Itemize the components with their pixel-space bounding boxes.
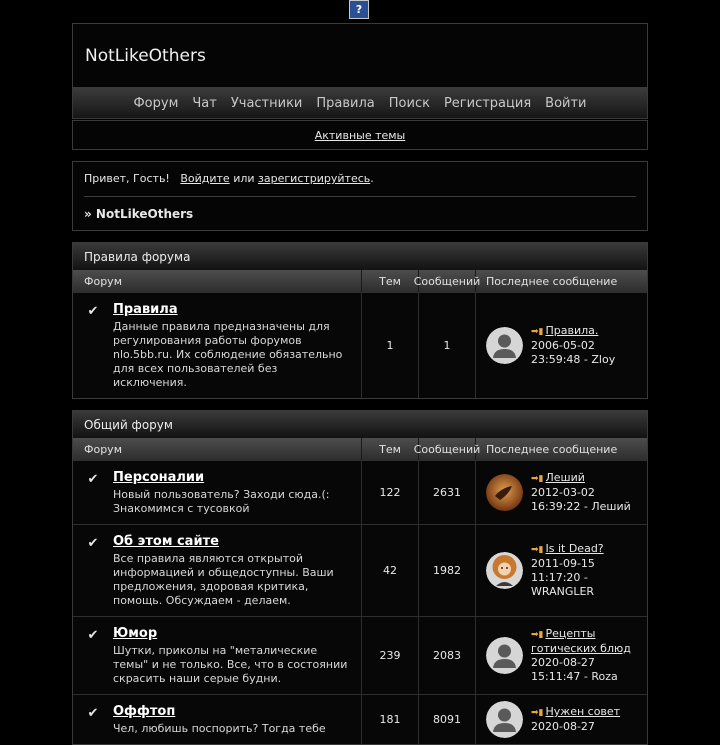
topic-count: 239 (362, 617, 419, 694)
col-forum: Форум (73, 438, 362, 460)
register-link[interactable]: зарегистрируйтесь (258, 172, 370, 185)
login-link[interactable]: Войдите (180, 172, 229, 185)
forum-cell: ✔ Правила Данные правила предназначены д… (73, 293, 362, 398)
checkmark-icon: ✔ (87, 628, 99, 643)
site-title: NotLikeOthers (85, 45, 206, 66)
avatar[interactable] (486, 474, 523, 511)
forum-cell: ✔ Юмор Шутки, приколы на "металические т… (73, 617, 362, 694)
checkmark-icon: ✔ (87, 536, 99, 551)
post-arrow-icon: ➡▮ (531, 327, 544, 337)
last-post-link[interactable]: Is it Dead? (546, 542, 604, 555)
last-post-author: 23:59:48 - Zloy (531, 353, 616, 366)
topic-count: 122 (362, 461, 419, 524)
nav-members[interactable]: Участники (231, 96, 303, 111)
post-arrow-icon: ➡▮ (531, 474, 544, 484)
forum-description: Шутки, приколы на "металические темы" и … (113, 644, 348, 685)
active-topics-bar: Активные темы (72, 120, 648, 150)
last-post-cell: ➡▮ Правила. 2006-05-02 23:59:48 - Zloy (476, 293, 647, 398)
col-topics: Тем (362, 270, 419, 292)
nav-chat[interactable]: Чат (192, 96, 216, 111)
forum-link[interactable]: Оффтоп (113, 704, 353, 719)
message-count: 2631 (419, 461, 476, 524)
forum-row: ✔ Юмор Шутки, приколы на "металические т… (73, 616, 647, 694)
main-nav: Форум Чат Участники Правила Поиск Регист… (72, 87, 648, 119)
last-post-link[interactable]: Леший (546, 471, 585, 484)
forum-category: Общий форум Форум Тем Сообщений Последне… (72, 410, 648, 745)
last-post-cell: ➡▮ Is it Dead? 2011-09-15 11:17:20 - WRAN… (476, 525, 647, 616)
forum-cell: ✔ Об этом сайте Все правила являются отк… (73, 525, 362, 616)
welcome-box: Привет, Гость! Войдите или зарегистрируй… (72, 161, 648, 231)
nav-forum[interactable]: Форум (133, 96, 178, 111)
site-header: NotLikeOthers (72, 23, 648, 87)
avatar[interactable] (486, 552, 523, 589)
last-post-date: 2020-08-27 (531, 720, 595, 733)
breadcrumb: » NotLikeOthers (84, 207, 194, 221)
forum-cell: ✔ Персоналии Новый пользователь? Заходи … (73, 461, 362, 524)
last-post-link[interactable]: Рецепты готических блюд (531, 627, 631, 655)
message-count: 2083 (419, 617, 476, 694)
avatar[interactable] (486, 327, 523, 364)
post-arrow-icon: ➡▮ (531, 545, 544, 555)
col-messages: Сообщений (414, 438, 480, 460)
forum-row: ✔ Персоналии Новый пользователь? Заходи … (73, 460, 647, 524)
forum-link[interactable]: Об этом сайте (113, 534, 353, 549)
divider (84, 196, 636, 197)
last-post-date: 2006-05-02 (531, 339, 595, 352)
col-messages: Сообщений (414, 270, 480, 292)
last-post-link[interactable]: Правила. (546, 324, 599, 337)
col-forum: Форум (73, 270, 362, 292)
last-post-date: 2011-09-15 (531, 557, 595, 570)
last-post-date: 2012-03-02 (531, 486, 595, 499)
greeting-text: Привет, Гость! (84, 172, 170, 185)
category-title: Общий форум (73, 410, 647, 438)
active-topics-link[interactable]: Активные темы (315, 129, 406, 142)
topic-count: 42 (362, 525, 419, 616)
forum-link[interactable]: Персоналии (113, 470, 353, 485)
last-post-cell: ➡▮ Рецепты готических блюд 2020-08-27 15:… (476, 617, 647, 694)
last-post-author: 16:39:22 - Леший (531, 500, 631, 513)
message-count: 1982 (419, 525, 476, 616)
checkmark-icon: ✔ (87, 472, 99, 487)
nav-login[interactable]: Войти (545, 96, 586, 111)
forum-category: Правила форума Форум Тем Сообщений После… (72, 242, 648, 399)
avatar[interactable] (486, 637, 523, 674)
forum-row: ✔ Оффтоп Чел, любишь поспорить? Тогда те… (73, 694, 647, 744)
forum-row: ✔ Правила Данные правила предназначены д… (73, 292, 647, 398)
forum-container: NotLikeOthers Форум Чат Участники Правил… (72, 23, 648, 745)
nav-rules[interactable]: Правила (316, 96, 374, 111)
topic-count: 1 (362, 293, 419, 398)
checkmark-icon: ✔ (87, 706, 99, 721)
or-text: или (233, 172, 255, 185)
column-headers: Форум Тем Сообщений Последнее сообщение (73, 438, 647, 460)
forum-link[interactable]: Правила (113, 302, 353, 317)
forum-description: Чел, любишь поспорить? Тогда тебе (113, 722, 326, 735)
col-last-post: Последнее сообщение (486, 442, 618, 456)
last-post-author: 15:11:47 - Roza (531, 670, 618, 683)
welcome-line: Привет, Гость! Войдите или зарегистрируй… (84, 172, 636, 186)
help-icon[interactable]: ? (349, 0, 369, 19)
last-post-cell: ➡▮ Леший 2012-03-02 16:39:22 - Леший (476, 461, 647, 524)
col-last-post: Последнее сообщение (486, 274, 618, 288)
dot-text: . (370, 172, 374, 185)
forum-description: Новый пользователь? Заходи сюда.(: Знако… (113, 488, 330, 515)
category-title: Правила форума (73, 242, 647, 270)
last-post-link[interactable]: Нужен совет (546, 705, 621, 718)
nav-search[interactable]: Поиск (389, 96, 430, 111)
last-post-date: 2020-08-27 (531, 656, 595, 669)
checkmark-icon: ✔ (87, 304, 99, 319)
post-arrow-icon: ➡▮ (531, 708, 544, 718)
last-post-author: 11:17:20 - WRANGLER (531, 571, 595, 598)
message-count: 1 (419, 293, 476, 398)
post-arrow-icon: ➡▮ (531, 630, 544, 640)
forum-row: ✔ Об этом сайте Все правила являются отк… (73, 524, 647, 616)
col-topics: Тем (362, 438, 419, 460)
column-headers: Форум Тем Сообщений Последнее сообщение (73, 270, 647, 292)
forum-link[interactable]: Юмор (113, 626, 353, 641)
forum-description: Все правила являются открытой информацие… (113, 552, 334, 607)
nav-register[interactable]: Регистрация (444, 96, 531, 111)
forum-description: Данные правила предназначены для регулир… (113, 320, 343, 389)
category-list: Правила форума Форум Тем Сообщений После… (72, 242, 648, 745)
